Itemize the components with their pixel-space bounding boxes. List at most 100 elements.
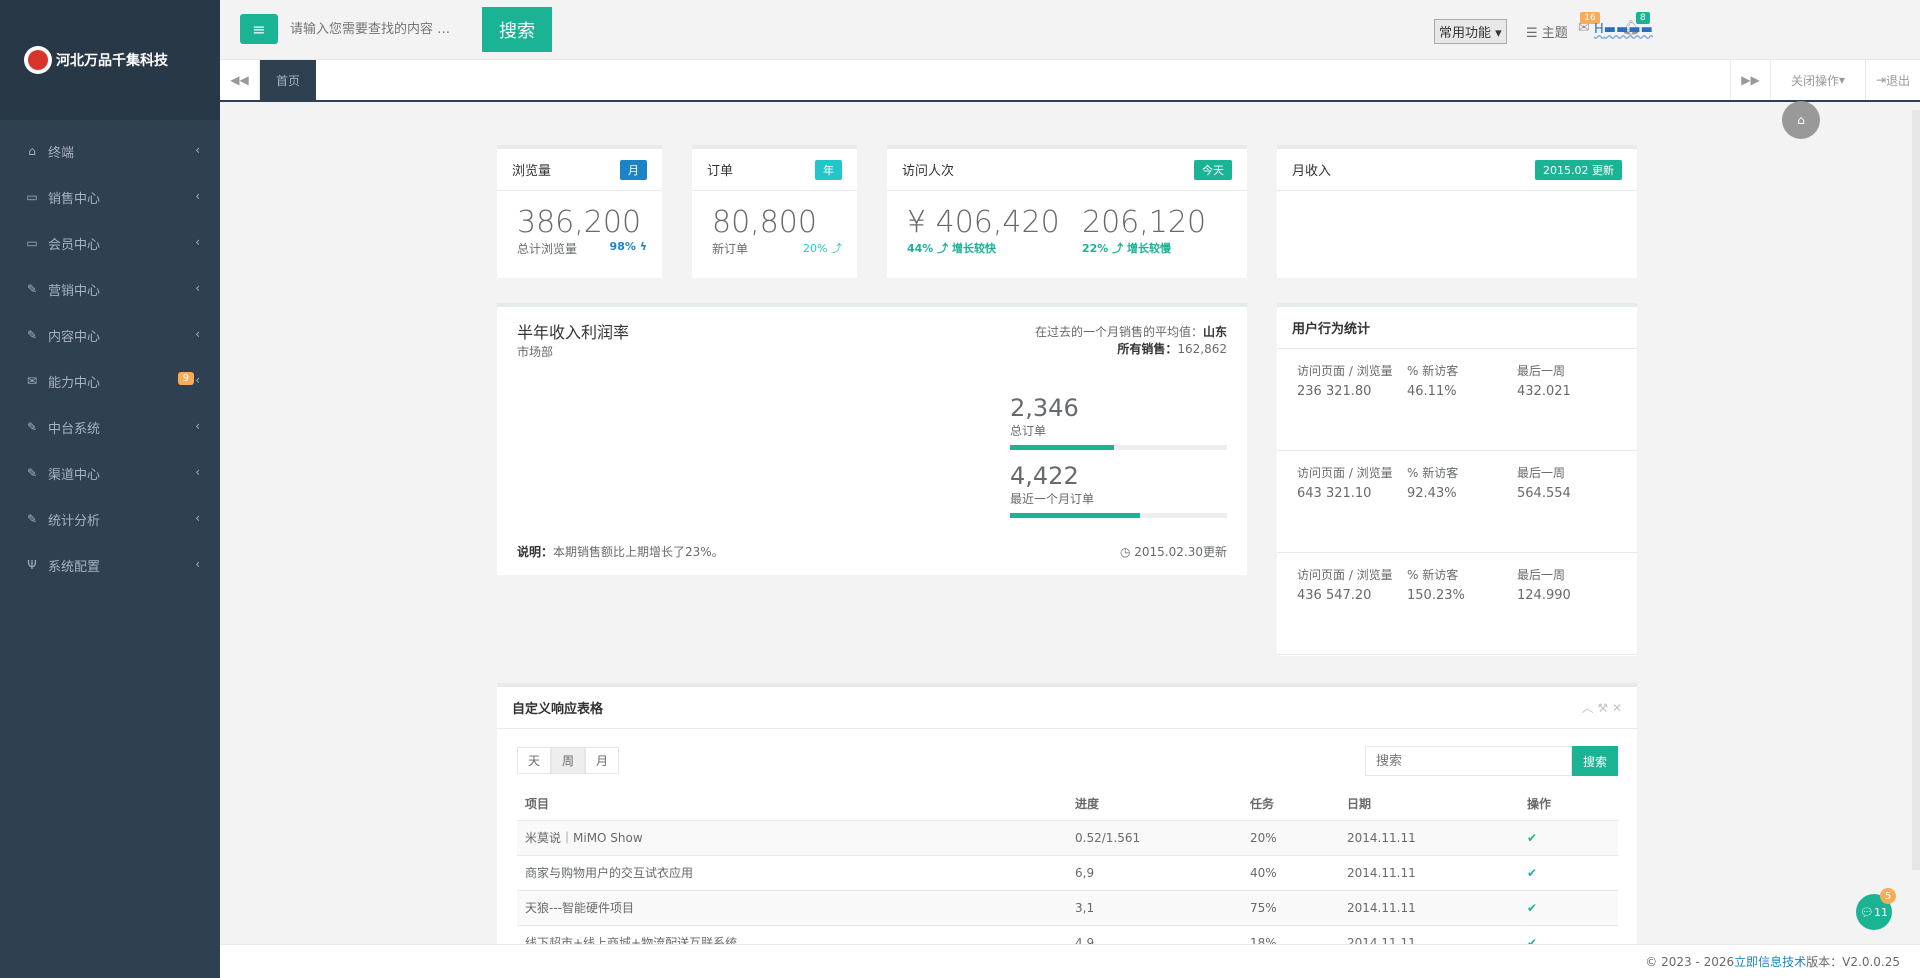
views-sub-label: 总计浏览量 xyxy=(517,242,578,256)
segment-week[interactable]: 周 xyxy=(551,747,586,774)
check-icon[interactable]: ✔ xyxy=(1527,831,1537,845)
sidebar-item-label: 会员中心 xyxy=(48,237,101,253)
theme-link[interactable]: ☰ 主题 xyxy=(1526,22,1568,41)
cell-actions: ✔ xyxy=(1519,924,1618,944)
sidebar-item-analytics[interactable]: ✎ 统计分析 ‹ xyxy=(0,496,220,542)
tab-bar: ◀◀ 首页 ▶▶ 关闭操作 ▾ ⇥ 退出 xyxy=(220,60,1920,102)
chevron-left-icon: ‹ xyxy=(195,419,200,433)
monthly-income-card: 月收入 2015.02 更新 xyxy=(1277,145,1637,278)
behavior-row: 访问页面 / 浏览量 236 321.80 % 新访客 46.11% 最后一周 432.0… xyxy=(1277,349,1637,451)
table-search-input[interactable] xyxy=(1365,746,1572,776)
sidebar-item-terminal[interactable]: ⌂ 终端 ‹ xyxy=(0,128,220,174)
progress-fill xyxy=(1010,445,1115,450)
edit-icon: ✎ xyxy=(26,282,38,296)
avg-sales-label: 在过去的一个月销售的平均值： xyxy=(1034,325,1203,339)
cell-task: 20% xyxy=(1242,819,1339,855)
last-week-cell: 最后一周 432.021 xyxy=(1517,363,1617,436)
sidebar-item-middle-platform[interactable]: ✎ 中台系统 ‹ xyxy=(0,404,220,450)
last-week-cell: 最后一周 124.990 xyxy=(1517,567,1617,640)
table-row: 天狼---智能硬件项目 3,1 75% 2014.11.11 ✔ xyxy=(517,889,1618,925)
sidebar-item-channels[interactable]: ✎ 渠道中心 ‹ xyxy=(0,450,220,496)
chevron-up-icon[interactable]: ︿ xyxy=(1582,701,1594,715)
orders-card: 订单 年 80,800 新订单 20% ⤴ xyxy=(692,145,857,278)
sidebar-item-content[interactable]: ✎ 内容中心 ‹ xyxy=(0,312,220,358)
cell-project: 天狼---智能硬件项目 xyxy=(517,889,1067,925)
chevron-left-icon: ‹ xyxy=(195,465,200,479)
tab-scroll-right-button[interactable]: ▶▶ xyxy=(1730,60,1770,100)
clock-icon: ◷ xyxy=(1119,545,1131,559)
mail-button[interactable]: ✉ 16 xyxy=(1578,12,1600,36)
cell-actions: ✔ xyxy=(1519,819,1618,855)
total-sales-label: 所有销售： xyxy=(1117,342,1178,356)
user-behavior-panel: 用户行为统计 访问页面 / 浏览量 236 321.80 % 新访客 46.11% 最后… xyxy=(1277,303,1637,656)
chat-button[interactable]: 💬︎ 11 5 xyxy=(1856,888,1896,930)
sidebar-item-system-config[interactable]: Ψ 系统配置 ‹ xyxy=(0,542,220,588)
segment-month[interactable]: 月 xyxy=(585,747,620,774)
theme-label: 主题 xyxy=(1541,26,1568,41)
close-operations-label: 关闭操作 xyxy=(1790,73,1839,88)
sidebar-item-label: 系统配置 xyxy=(48,559,101,575)
new-visitors-value: 92.43% xyxy=(1407,486,1457,501)
sidebar-item-label: 统计分析 xyxy=(48,513,101,529)
cell-progress: 0.52/1.561 xyxy=(1067,819,1242,855)
period-badge: 月 xyxy=(620,159,647,180)
check-icon[interactable]: ✔ xyxy=(1527,936,1537,944)
segment-day[interactable]: 天 xyxy=(517,747,552,774)
search-input[interactable] xyxy=(290,12,470,46)
progress-bar xyxy=(1010,445,1227,450)
last-week-label: 最后一周 xyxy=(1517,568,1566,582)
tab-home[interactable]: 首页 xyxy=(260,60,316,100)
close-icon[interactable]: ✕ xyxy=(1612,701,1622,715)
new-visitors-cell: % 新访客 46.11% xyxy=(1407,363,1517,436)
profit-subtitle: 市场部 xyxy=(517,345,554,359)
home-float-button[interactable]: ⌂ xyxy=(1782,101,1820,139)
edit-icon: ✎ xyxy=(26,420,38,434)
check-icon[interactable]: ✔ xyxy=(1527,901,1537,915)
chevron-left-icon: ‹ xyxy=(195,557,200,571)
period-segment: 天 周 月 xyxy=(517,747,620,774)
chevron-left-icon: ‹ xyxy=(195,281,200,295)
last-week-value: 432.021 xyxy=(1517,384,1571,399)
last-week-value: 124.990 xyxy=(1517,588,1571,603)
logout-button[interactable]: ⇥ 退出 xyxy=(1865,60,1920,100)
cell-actions: ✔ xyxy=(1519,854,1618,890)
common-functions-dropdown[interactable]: 常用功能 ▾ xyxy=(1434,19,1507,44)
new-visitors-label: % 新访客 xyxy=(1407,364,1459,378)
metric-total-orders: 2,346 总订单 xyxy=(1010,394,1227,450)
sidebar-item-label: 终端 xyxy=(48,145,75,161)
check-icon[interactable]: ✔ xyxy=(1527,866,1537,880)
cell-date: 2014.11.11 xyxy=(1339,819,1519,855)
user-name: H xyxy=(1594,22,1604,37)
tab-scroll-left-button[interactable]: ◀◀ xyxy=(220,60,260,100)
menu-toggle-button[interactable]: ≡ xyxy=(240,14,278,44)
logout-label: 退出 xyxy=(1886,73,1911,88)
sidebar-item-label: 渠道中心 xyxy=(48,467,101,483)
footer-company-link[interactable]: 立即信息技术 xyxy=(1734,953,1806,970)
home-icon: ⌂ xyxy=(1797,113,1805,127)
project-table: 项目 进度 任务 日期 操作 米莫说｜MiMO Show 0.52/1.561 20… xyxy=(517,788,1618,944)
close-operations-dropdown[interactable]: 关闭操作 ▾ xyxy=(1770,60,1865,100)
desktop-icon: ▭ xyxy=(26,236,38,250)
table-search-button[interactable]: 搜索 xyxy=(1572,746,1618,776)
user-behavior-title: 用户行为统计 xyxy=(1292,322,1371,337)
sidebar-item-sales[interactable]: ▭ 销售中心 ‹ xyxy=(0,174,220,220)
last-week-value: 564.554 xyxy=(1517,486,1571,501)
wrench-icon[interactable]: ⚒ xyxy=(1597,701,1608,715)
period-badge: 年 xyxy=(815,159,842,180)
cutlery-icon: Ψ xyxy=(27,558,37,572)
caret-down-icon: ▾ xyxy=(1838,73,1846,87)
search-button[interactable]: 搜索 xyxy=(482,7,552,52)
cell-project: 米莫说｜MiMO Show xyxy=(517,819,1067,855)
metric-value: 2,346 xyxy=(1010,394,1079,422)
progress-fill xyxy=(1010,513,1141,518)
page-scrollbar[interactable] xyxy=(1912,110,1920,870)
sidebar-item-capability[interactable]: ✉ 能力中心 9 ‹ xyxy=(0,358,220,404)
sidebar-item-members[interactable]: ▭ 会员中心 ‹ xyxy=(0,220,220,266)
user-menu[interactable]: H▬▬▬▬ xyxy=(1594,22,1653,37)
orders-card-header: 订单 年 xyxy=(692,149,857,191)
chevron-left-icon: ‹ xyxy=(195,143,200,157)
comments-icon: 💬︎ xyxy=(1860,905,1874,919)
sidebar-item-marketing[interactable]: ✎ 营销中心 ‹ xyxy=(0,266,220,312)
visits-count-stat: 22% ⤴ 增长较慢 xyxy=(1082,242,1171,255)
views-card-title: 浏览量 xyxy=(512,164,552,179)
